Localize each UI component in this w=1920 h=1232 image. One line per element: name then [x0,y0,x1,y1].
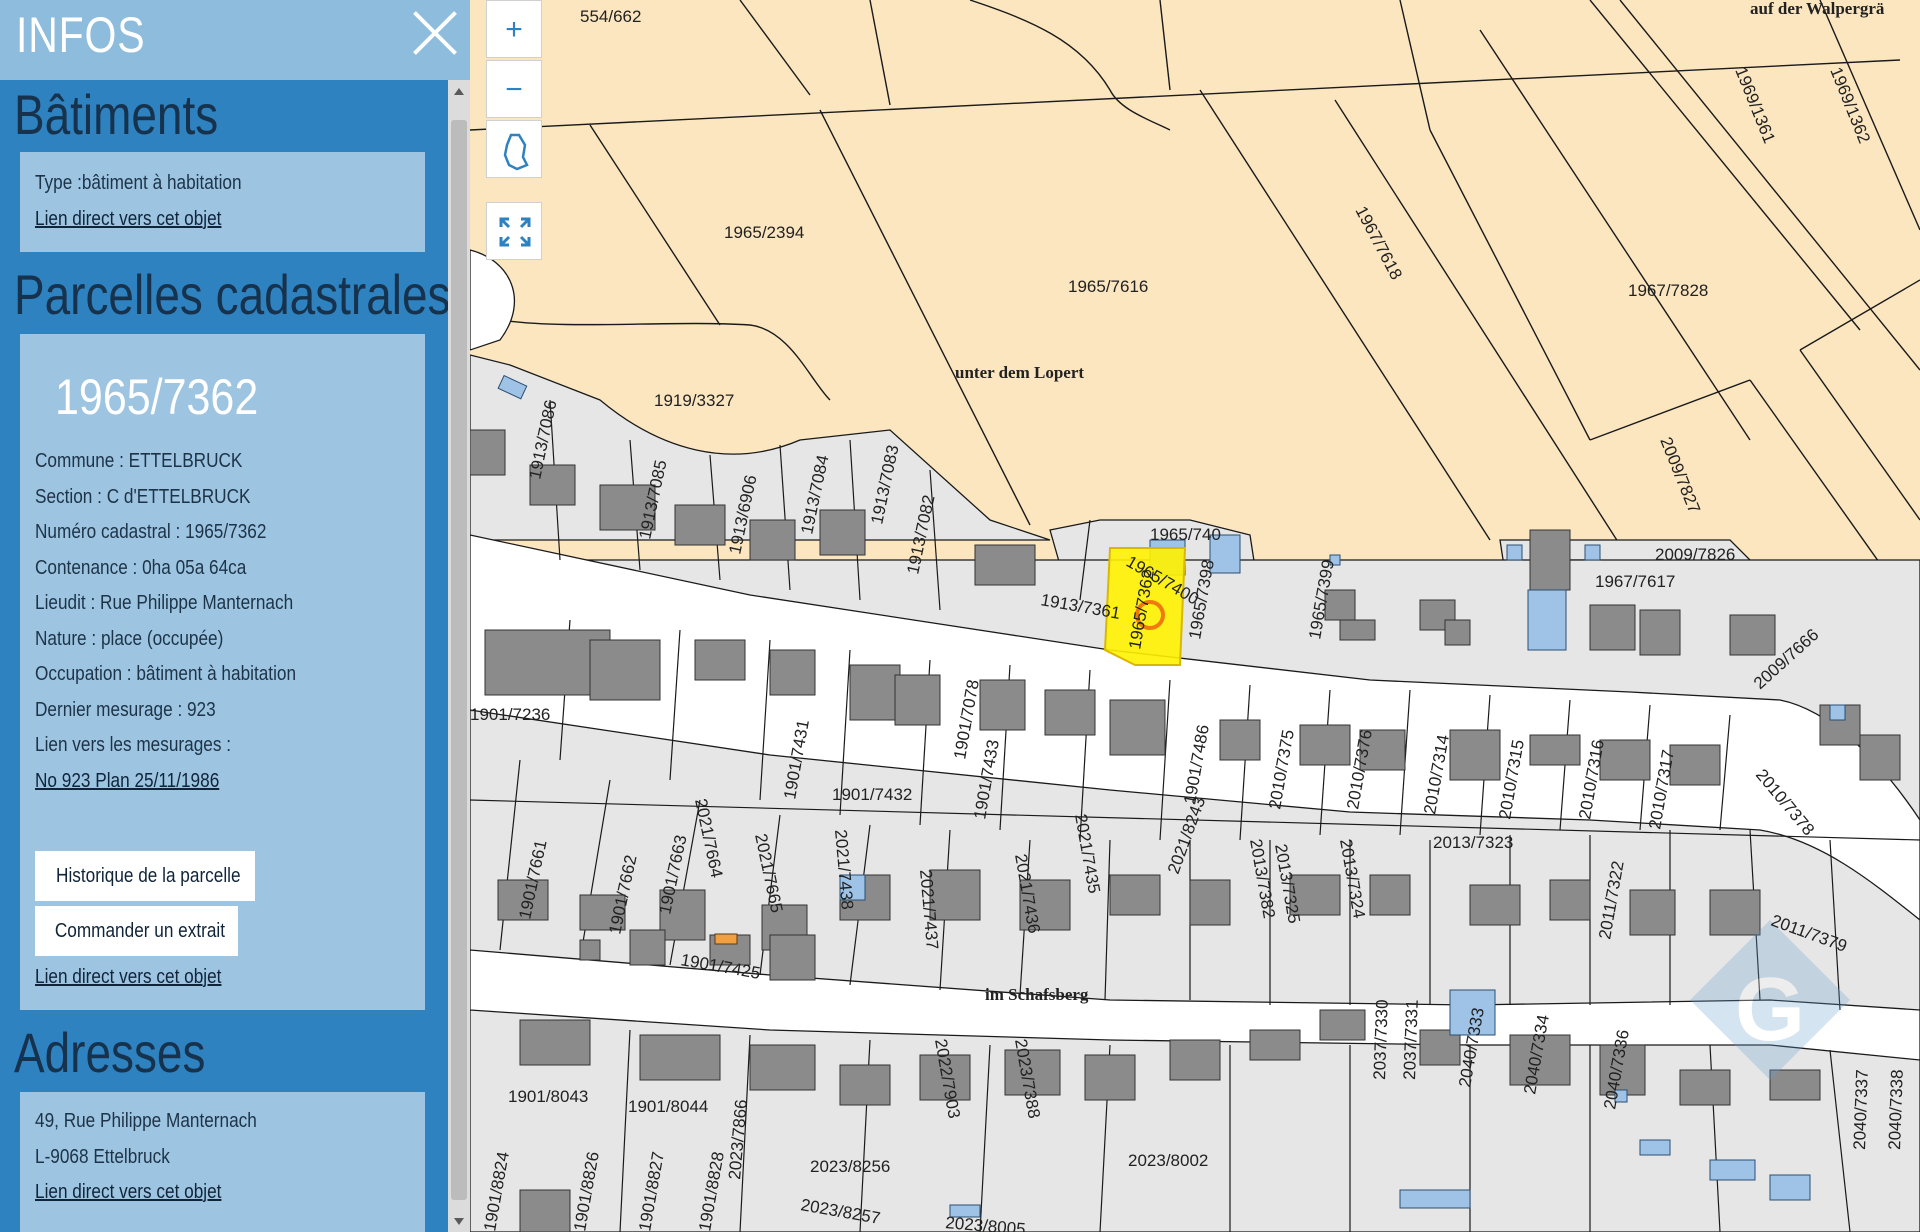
street-label-unter-dem-lopert: unter dem Lopert [955,363,1084,382]
parcel-label: 1901/7432 [832,785,912,804]
parcel-label: 1965/2394 [724,223,804,242]
address-line-1: 49, Rue Philippe Manternach [35,1110,257,1132]
panel-header: INFOS [0,0,470,80]
address-line-2: L-9068 Ettelbruck [35,1146,170,1168]
zoom-in-button[interactable]: + [486,0,542,58]
fullscreen-expand-icon [499,217,531,247]
parcel-dernier-mesurage: Dernier mesurage : 923 [35,699,216,721]
parcel-label: 1969/1362 [1826,64,1874,146]
parcel-label: 2023/8002 [1128,1151,1208,1170]
batiment-card: Type :bâtiment à habitation Lien direct … [20,152,425,252]
address-card: 49, Rue Philippe Manternach L-9068 Ettel… [20,1092,425,1232]
parcel-direct-link[interactable]: Lien direct vers cet objet [35,966,221,989]
parcel-label: 2037/7331 [1400,999,1422,1080]
panel-title: INFOS [16,7,146,63]
parcel-label: 2040/7337 [1850,1069,1872,1150]
section-title-parcelles: Parcelles cadastrales [14,263,451,326]
parcel-nature: Nature : place (occupée) [35,628,224,650]
street-label-im-schafsberg: im Schafsberg [985,985,1089,1004]
parcel-section: Section : C d'ETTELBRUCK [35,486,251,508]
scroll-down-arrow-icon[interactable] [448,1210,470,1232]
panel-scrollbar[interactable] [448,80,470,1232]
parcel-label: 2009/7827 [1656,434,1704,516]
parcel-label: 1967/7617 [1595,572,1675,591]
parcel-label: 2040/7338 [1885,1069,1907,1150]
section-title-adresses: Adresses [14,1021,206,1084]
parcel-label: 1969/1361 [1731,64,1779,146]
batiment-direct-link[interactable]: Lien direct vers cet objet [35,208,221,231]
address-direct-link[interactable]: Lien direct vers cet objet [35,1181,221,1204]
parcel-label: 1901/8044 [628,1097,708,1116]
parcel-label: 1965/740 [1150,525,1221,544]
parcel-label: 1901/8043 [508,1087,588,1106]
parcel-label: 2009/7826 [1655,545,1735,564]
orange-parcel-marker [714,933,738,945]
mesurage-link[interactable]: No 923 Plan 25/11/1986 [35,770,219,793]
parcel-commune: Commune : ETTELBRUCK [35,450,243,472]
map-canvas[interactable]: G unter dem Lopert im Schafsberg auf der… [470,0,1920,1232]
commander-extrait-button[interactable]: Commander un extrait [35,906,238,956]
parcel-lieudit: Lieudit : Rue Philippe Manternach [35,592,294,614]
country-extent-button[interactable] [486,120,542,178]
parcel-numero: Numéro cadastral : 1965/7362 [35,521,267,543]
commander-button-label: Commander un extrait [54,919,226,942]
close-icon[interactable] [410,8,460,58]
scroll-up-arrow-icon[interactable] [448,80,470,102]
parcel-card: 1965/7362 Commune : ETTELBRUCK Section :… [20,334,425,1010]
parcel-contenance: Contenance : 0ha 05a 64ca [35,557,247,579]
luxembourg-shape-icon [503,133,529,171]
parcel-label: 2023/8256 [810,1157,890,1176]
parcel-label: 1901/7236 [470,705,550,724]
historique-button-label: Historique de la parcelle [56,864,241,887]
parcel-label: 1965/7616 [1068,277,1148,296]
zoom-out-button[interactable]: − [486,60,542,118]
cadastral-map[interactable]: G unter dem Lopert im Schafsberg auf der… [470,0,1920,1232]
parcel-label: 2013/7323 [1433,833,1513,852]
parcel-number: 1965/7362 [55,369,259,425]
historique-button[interactable]: Historique de la parcelle [35,851,255,901]
section-title-batiments: Bâtiments [14,83,219,146]
parcel-label: 1919/3327 [654,391,734,410]
parcel-occupation: Occupation : bâtiment à habitation [35,663,297,685]
info-panel: INFOS Bâtiments Type :bâtiment à habitat… [0,0,470,1232]
parcel-label: 2037/7330 [1370,999,1392,1080]
scroll-thumb[interactable] [451,120,467,1200]
parcel-label: 1967/7618 [1351,203,1406,283]
svg-text:G: G [1735,960,1805,1060]
fullscreen-button[interactable] [486,202,542,260]
parcel-label: 554/662 [580,7,641,26]
parcel-mesurages-label: Lien vers les mesurages : [35,734,231,756]
batiment-type: Type :bâtiment à habitation [35,172,242,194]
parcel-label: 1967/7828 [1628,281,1708,300]
street-label-walpergraben: auf der Walpergrä [1750,0,1885,18]
